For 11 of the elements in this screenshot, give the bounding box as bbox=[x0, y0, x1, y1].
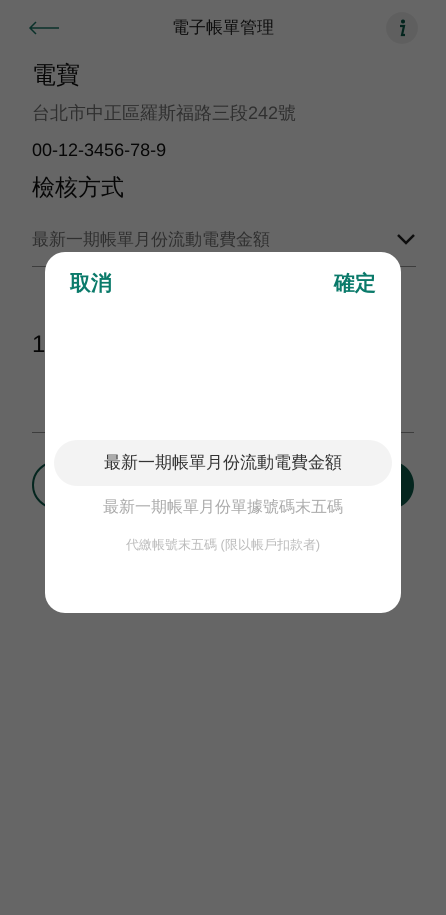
back-arrow-icon[interactable] bbox=[28, 21, 60, 35]
account-name: 電寶 bbox=[32, 61, 81, 91]
account-number: 00-12-3456-78-9 bbox=[32, 139, 168, 162]
cancel-button[interactable]: 取消 bbox=[70, 268, 112, 300]
section-heading: 檢核方式 bbox=[32, 173, 125, 202]
confirm-button[interactable]: 確定 bbox=[334, 268, 376, 300]
info-icon[interactable] bbox=[386, 12, 418, 44]
picker-option[interactable]: 最新一期帳單月份流動電費金額 bbox=[54, 440, 392, 486]
amount-text: 1 bbox=[32, 330, 46, 360]
page-title: 電子帳單管理 bbox=[172, 17, 274, 40]
chevron-down-icon bbox=[396, 233, 416, 246]
